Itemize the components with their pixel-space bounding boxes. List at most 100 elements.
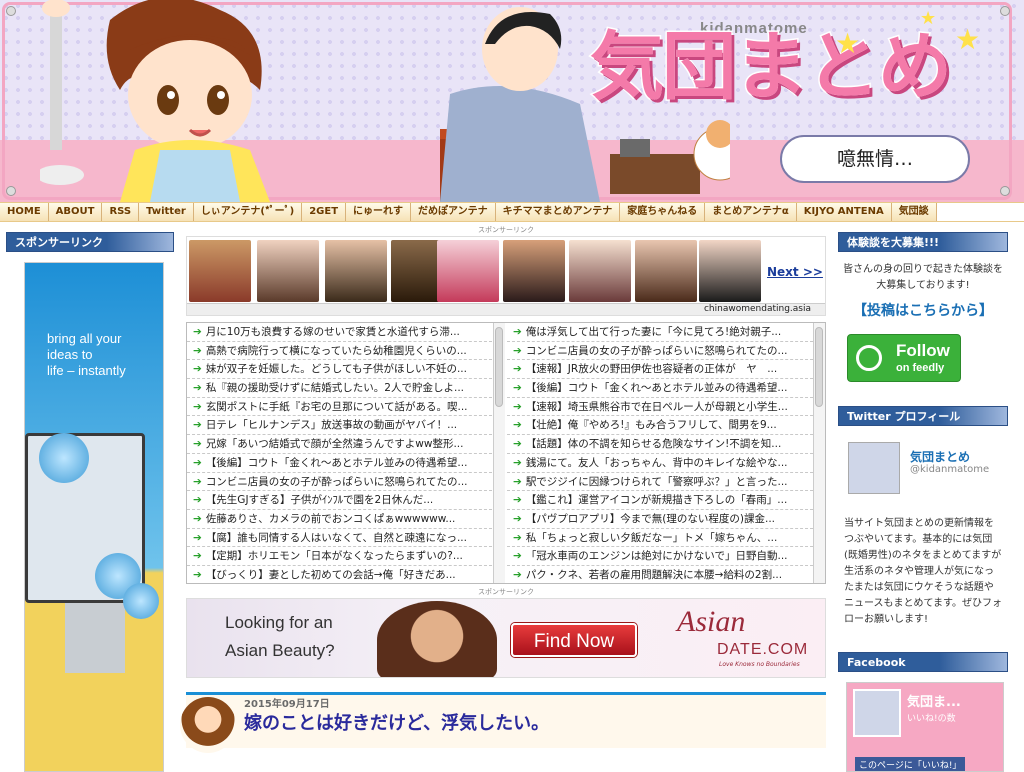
ad-photo[interactable] xyxy=(325,240,387,302)
scroll-thumb[interactable] xyxy=(815,327,823,407)
link-list-title[interactable]: 玄関ポストに手紙『お宅の旦那について話がある。喫... xyxy=(206,401,468,413)
link-list-title[interactable]: 【鑑これ】運営アイコンが新規描き下ろしの「春雨」... xyxy=(526,494,788,506)
link-list-title[interactable]: 【先生GJすぎる】子供がｲﾝﾌﾙで園を2日休んだ... xyxy=(206,494,433,506)
ad-photo[interactable] xyxy=(569,240,631,302)
link-list-item[interactable]: ➔ 【後編】コウト「金くれ～あとホテル並みの待遇希望... xyxy=(507,379,813,398)
link-list-title[interactable]: 【びっくり】妻とした初めての会話→俺「好きだあ... xyxy=(206,569,456,581)
nav-rss[interactable]: RSS xyxy=(102,203,140,221)
link-list-title[interactable]: 【パヴプロアプリ】今まで無(理のない程度の)課金... xyxy=(526,513,775,525)
link-list-item[interactable]: ➔ 【パヴプロアプリ】今まで無(理のない程度の)課金... xyxy=(507,510,813,529)
link-list-item[interactable]: ➔ コンビニ店員の女の子が酔っぱらいに怒鳴られてたの... xyxy=(187,473,492,492)
link-list-item[interactable]: ➔ 【速報】JR放火の野田伊佐也容疑者の正体が ヤ ... xyxy=(507,360,813,380)
nav-home[interactable]: HOME xyxy=(0,203,49,221)
link-list-item[interactable]: ➔ コンビニ店員の女の子が酔っぱらいに怒鳴られてたの... xyxy=(507,342,813,361)
link-list-item[interactable]: ➔ 「冠水車両のエンジンは絶対にかけないで」日野自動... xyxy=(507,547,813,566)
link-list-title[interactable]: パク・クネ、若者の雇用問題解決に本腰→給料の2割... xyxy=(526,569,782,581)
left-banner-ad[interactable]: bring all your ideas to life – instantly xyxy=(24,262,164,772)
link-list-item[interactable]: ➔ 【話題】体の不調を知らせる危険なサイン!不調を知... xyxy=(507,435,813,454)
link-list-item[interactable]: ➔ 【びっくり】妻とした初めての会話→俺「好きだあ... xyxy=(187,566,492,583)
link-list-item[interactable]: ➔ 【定期】ホリエモン「日本がなくなったらまずいの?... xyxy=(187,547,492,566)
scroll-thumb[interactable] xyxy=(495,327,503,407)
nav-about[interactable]: ABOUT xyxy=(48,203,103,221)
link-list-title[interactable]: 妹が双子を妊娠した。どうしても子供がほしい不妊の... xyxy=(206,363,467,375)
ad-photo[interactable] xyxy=(699,240,761,302)
link-list-item[interactable]: ➔ 【速報】埼玉県熊谷市で在日ペルー人が母親と小学生... xyxy=(507,398,813,417)
link-list-title[interactable]: 【速報】埼玉県熊谷市で在日ペルー人が母親と小学生... xyxy=(526,401,788,413)
nav-2get[interactable]: 2GET xyxy=(302,203,347,221)
ad-photo[interactable] xyxy=(635,240,697,302)
site-header-banner[interactable]: kidanmatome 気団まとめ ★ ★ ★ 噫無情… xyxy=(0,0,1024,202)
article-title[interactable]: 嫁のことは好きだけど、浮気したい。 xyxy=(244,709,549,735)
follow-feedly-button[interactable]: Follow on feedly xyxy=(847,334,961,382)
ad-photo[interactable] xyxy=(257,240,319,302)
link-list-title[interactable]: 【後編】コウト「金くれ～あとホテル並みの待遇希望... xyxy=(526,382,788,394)
link-list-item[interactable]: ➔ 日テレ「ヒルナンデス」放送事故の動画がヤバイ！... xyxy=(187,416,492,436)
link-list-item[interactable]: ➔ 俺は浮気して出て行った妻に「今に見てろ!絶対親子... xyxy=(507,323,813,342)
link-list-title[interactable]: 銭湯にて。友人「おっちゃん、背中のキレイな絵やな... xyxy=(526,457,788,469)
ad-next-link[interactable]: Next >> xyxy=(767,265,823,279)
nav-katei-channel[interactable]: 家庭ちゃんねる xyxy=(620,203,706,221)
nav-twitter[interactable]: Twitter xyxy=(139,203,194,221)
link-list-item[interactable]: ➔ 佐藤ありさ、カメラの前でおンコくぱぁwwwwww... xyxy=(187,510,492,529)
link-list-item[interactable]: ➔ パク・クネ、若者の雇用問題解決に本腰→給料の2割... xyxy=(507,566,813,583)
ad-photo[interactable] xyxy=(503,240,565,302)
ad-photo[interactable] xyxy=(189,240,251,302)
link-list-title[interactable]: 駅でジジイに因縁つけられて「警察呼ぶ？」と言った... xyxy=(526,476,788,488)
facebook-avatar[interactable] xyxy=(853,689,901,737)
facebook-like-button[interactable]: このページに「いいね!」 xyxy=(855,757,966,771)
ad-photo[interactable] xyxy=(437,240,499,302)
find-now-button[interactable]: Find Now xyxy=(511,623,637,657)
link-list-title[interactable]: 【話題】体の不調を知らせる危険なサイン!不調を知... xyxy=(526,438,782,450)
link-list-title[interactable]: コンビニ店員の女の子が酔っぱらいに怒鳴られてたの... xyxy=(206,476,468,488)
link-list-item[interactable]: ➔ 【先生GJすぎる】子供がｲﾝﾌﾙで園を2日休んだ... xyxy=(187,491,492,510)
link-list-title[interactable]: 日テレ「ヒルナンデス」放送事故の動画がヤバイ！... xyxy=(206,419,457,431)
ad-tagline: Looking for an Asian Beauty? xyxy=(225,609,335,665)
submit-link[interactable]: 【投稿はこちらから】 xyxy=(838,300,1008,320)
link-list-title[interactable]: 兄嫁「あいつ結婚式で顔が全然違うんですよww整形... xyxy=(206,438,464,450)
dating-photo-ad[interactable]: Next >> chinawomendating.asia xyxy=(186,236,826,316)
left-column-scrollbar[interactable] xyxy=(493,323,505,583)
site-logo[interactable]: 気団まとめ xyxy=(589,29,954,106)
nav-shii-antenna[interactable]: しぃアンテナ(*ﾟーﾟ) xyxy=(193,203,303,221)
facebook-widget[interactable]: 気団ま... いいね!の数 このページに「いいね!」 xyxy=(846,682,1004,772)
nav-kidan-dan[interactable]: 気団談 xyxy=(891,203,937,221)
link-list-title[interactable]: 私『親の援助受けずに結婚式したい。2人で貯金しよ... xyxy=(206,382,464,394)
link-list-item[interactable]: ➔ 私「ちょっと寂しい夕飯だなー」トメ「嫁ちゃん、... xyxy=(507,529,813,548)
nav-damepo-antenna[interactable]: だめぽアンテナ xyxy=(411,203,496,221)
right-column-scrollbar[interactable] xyxy=(813,323,825,583)
link-list-title[interactable]: 【壮絶】俺『やめろ!』もみ合うフリして、間男を9... xyxy=(526,419,777,431)
link-list-title[interactable]: コンビニ店員の女の子が酔っぱらいに怒鳴られてたの... xyxy=(526,345,788,357)
link-list-title[interactable]: 私「ちょっと寂しい夕飯だなー」トメ「嫁ちゃん、... xyxy=(526,532,778,544)
nav-matome-antenna-alpha[interactable]: まとめアンテナα xyxy=(705,203,797,221)
link-list-title[interactable]: 佐藤ありさ、カメラの前でおンコくぱぁwwwwww... xyxy=(206,513,456,525)
link-list-title[interactable]: 【速報】JR放火の野田伊佐也容疑者の正体が ヤ ... xyxy=(526,363,777,375)
link-list-item[interactable]: ➔ 【腐】誰も同情する人はいなくて、自然と疎遠になっ... xyxy=(187,529,492,548)
link-list-title[interactable]: 月に10万も浪費する嫁のせいで家賃と水道代すら滞... xyxy=(206,326,460,338)
twitter-name[interactable]: 気団まとめ xyxy=(910,448,970,465)
link-list-title[interactable]: 【後編】コウト「金くれ～あとホテル並みの待遇希望... xyxy=(206,457,468,469)
nav-kijyo-antena[interactable]: KIJYO ANTENA xyxy=(796,203,892,221)
ad-scrollbar[interactable]: chinawomendating.asia xyxy=(187,303,825,315)
link-list-item[interactable]: ➔ 高熱で病院行って横になっていたら幼稚園児くらいの... xyxy=(187,342,492,361)
link-list-item[interactable]: ➔ 【後編】コウト「金くれ～あとホテル並みの待遇希望... xyxy=(187,454,492,473)
link-list-item[interactable]: ➔ 兄嫁「あいつ結婚式で顔が全然違うんですよww整形... xyxy=(187,435,492,454)
link-list-item[interactable]: ➔ 妹が双子を妊娠した。どうしても子供がほしい不妊の... xyxy=(187,360,492,380)
link-list-title[interactable]: 「冠水車両のエンジンは絶対にかけないで」日野自動... xyxy=(526,550,788,562)
link-list-item[interactable]: ➔ 玄関ポストに手紙『お宅の旦那について話がある。喫... xyxy=(187,398,492,417)
link-list-title[interactable]: 俺は浮気して出て行った妻に「今に見てろ!絶対親子... xyxy=(526,326,781,338)
twitter-handle[interactable]: @kidanmatome xyxy=(910,464,989,475)
link-list-item[interactable]: ➔ 【壮絶】俺『やめろ!』もみ合うフリして、間男を9... xyxy=(507,416,813,436)
link-list-item[interactable]: ➔ 【鑑これ】運営アイコンが新規描き下ろしの「春雨」... xyxy=(507,491,813,510)
link-list-title[interactable]: 【腐】誰も同情する人はいなくて、自然と疎遠になっ... xyxy=(206,532,467,544)
link-list-title[interactable]: 高熱で病院行って横になっていたら幼稚園児くらいの... xyxy=(206,345,467,357)
link-list-title[interactable]: 【定期】ホリエモン「日本がなくなったらまずいの?... xyxy=(206,550,463,562)
nav-kichimama-antenna[interactable]: キチママまとめアンテナ xyxy=(495,203,621,221)
facebook-page-name[interactable]: 気団ま... xyxy=(907,691,961,710)
link-list-item[interactable]: ➔ 月に10万も浪費する嫁のせいで家賃と水道代すら滞... xyxy=(187,323,492,342)
link-list-item[interactable]: ➔ 私『親の援助受けずに結婚式したい。2人で貯金しよ... xyxy=(187,379,492,398)
link-list-item[interactable]: ➔ 銭湯にて。友人「おっちゃん、背中のキレイな絵やな... xyxy=(507,454,813,473)
link-list-item[interactable]: ➔ 駅でジジイに因縁つけられて「警察呼ぶ？」と言った... xyxy=(507,473,813,492)
nav-nyuresu[interactable]: にゅーれす xyxy=(346,203,412,221)
asian-date-ad[interactable]: Looking for an Asian Beauty? Find Now As… xyxy=(186,598,826,678)
twitter-avatar[interactable] xyxy=(848,442,900,494)
